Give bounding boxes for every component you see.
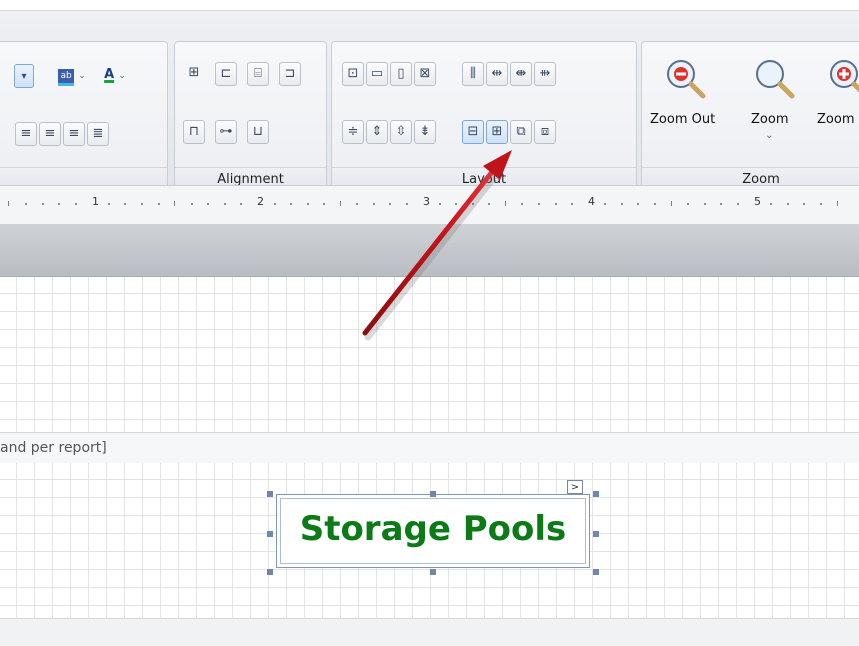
font-dropdown-button[interactable]: ▾ xyxy=(14,64,34,88)
label-text: Storage Pools xyxy=(299,509,567,549)
bottom-bar xyxy=(0,618,859,646)
bring-to-front-button[interactable]: ⧉ xyxy=(510,120,532,144)
make-same-height-button[interactable]: ▭ xyxy=(366,62,388,86)
ruler-mark-2: 2 xyxy=(257,195,264,208)
same-width-icon: ▯ xyxy=(397,66,405,81)
zoom-out-icon[interactable] xyxy=(663,56,707,100)
align-middles-button[interactable]: ⊶ xyxy=(215,120,237,144)
zoom-dropdown-icon[interactable]: ⌄ xyxy=(765,130,773,141)
v-spacing-decrease-icon: ⇳ xyxy=(395,124,407,139)
same-height-icon: ▭ xyxy=(370,66,384,81)
h-spacing-decrease-icon: ⇼ xyxy=(515,66,527,81)
smart-tag-icon[interactable]: > xyxy=(567,480,583,494)
align-to-grid-button[interactable]: ⊞ xyxy=(183,62,205,86)
align-centers-button[interactable]: ⌸ xyxy=(247,62,269,86)
zoom-group: Zoom Out Zoom ⌄ Zoom Zoom xyxy=(641,41,859,193)
align-center-icon: ≡ xyxy=(44,126,56,141)
v-spacing-increase-icon: ⇕ xyxy=(371,124,383,139)
highlight-button[interactable]: ab ⌄ xyxy=(52,64,92,88)
ruler-mark-3: 3 xyxy=(423,195,430,208)
top-strip xyxy=(0,0,859,10)
zoom-out-label[interactable]: Zoom Out xyxy=(650,112,715,127)
size-to-grid-button[interactable]: ⊡ xyxy=(342,62,364,86)
make-same-width-button[interactable]: ▯ xyxy=(390,62,412,86)
vertical-spacing-decrease-button[interactable]: ⇳ xyxy=(390,120,412,144)
horizontal-spacing-remove-button[interactable]: ⇻ xyxy=(534,62,556,86)
bring-to-front-icon: ⧉ xyxy=(516,124,526,139)
center-horizontally-button[interactable]: ⊟ xyxy=(462,120,484,144)
align-tops-icon: ⊓ xyxy=(188,124,200,139)
selection-handle-middle-right[interactable] xyxy=(593,531,599,537)
horizontal-spacing-equal-button[interactable]: ⫼ xyxy=(462,62,484,86)
justify-icon: ≣ xyxy=(92,126,104,141)
send-to-back-button[interactable]: ⧈ xyxy=(534,120,556,144)
size-to-grid-icon: ⊡ xyxy=(347,66,359,81)
align-bottoms-button[interactable]: ⊔ xyxy=(247,120,269,144)
ribbon: ▾ ab ⌄ A ⌄ ≡ ≡ ≡ ≣ ⊞ ⊏ ⌸ ⊐ ⊓ ⊶ ⊔ Alignme… xyxy=(0,10,859,193)
selection-handle-bottom-middle[interactable] xyxy=(430,569,436,575)
selection-handle-bottom-left[interactable] xyxy=(267,569,273,575)
text-highlight-icon: ab xyxy=(58,69,75,86)
same-size-icon: ⊠ xyxy=(419,66,431,81)
h-spacing-equal-icon: ⫼ xyxy=(470,66,476,81)
center-vertically-button[interactable]: ⊞ xyxy=(486,120,508,144)
ruler-mark-1: 1 xyxy=(92,195,99,208)
horizontal-spacing-increase-button[interactable]: ⇹ xyxy=(486,62,508,86)
layout-group: ⊡ ▭ ▯ ⊠ ⫼ ⇹ ⇼ ⇻ ≑ ⇕ ⇳ ⇟ ⊟ ⊞ ⧉ ⧈ Layout xyxy=(331,41,637,193)
zoom-in-label[interactable]: Zoom xyxy=(817,112,854,127)
selection-handle-bottom-right[interactable] xyxy=(593,569,599,575)
h-spacing-remove-icon: ⇻ xyxy=(539,66,551,81)
vertical-spacing-remove-button[interactable]: ⇟ xyxy=(414,120,436,144)
v-spacing-equal-icon: ≑ xyxy=(347,124,359,139)
horizontal-ruler: 1 2 3 4 5 xyxy=(0,185,859,225)
ruler-mark-5: 5 xyxy=(754,195,761,208)
selection-handle-top-right[interactable] xyxy=(593,491,599,497)
zoom-icon[interactable] xyxy=(752,56,796,100)
alignment-group: ⊞ ⊏ ⌸ ⊐ ⊓ ⊶ ⊔ Alignment xyxy=(174,41,327,193)
selection-handle-middle-left[interactable] xyxy=(267,531,273,537)
font-group: ▾ ab ⌄ A ⌄ ≡ ≡ ≡ ≣ xyxy=(0,41,168,193)
font-color-button[interactable]: A ⌄ xyxy=(95,64,135,88)
v-spacing-remove-icon: ⇟ xyxy=(419,124,431,139)
align-tops-button[interactable]: ⊓ xyxy=(183,120,205,144)
selection-handle-top-left[interactable] xyxy=(267,491,273,497)
vertical-spacing-increase-button[interactable]: ⇕ xyxy=(366,120,388,144)
band-header-bar xyxy=(0,224,859,277)
center-vertically-icon: ⊞ xyxy=(491,124,503,139)
selection-handle-top-middle[interactable] xyxy=(430,491,436,497)
align-to-grid-icon: ⊞ xyxy=(188,65,200,80)
font-color-icon: A xyxy=(104,67,115,82)
zoom-in-icon[interactable] xyxy=(826,56,859,100)
align-left-text-button[interactable]: ≡ xyxy=(15,122,37,146)
align-middles-icon: ⊶ xyxy=(219,124,233,139)
make-same-size-button[interactable]: ⊠ xyxy=(414,62,436,86)
align-right-text-button[interactable]: ≡ xyxy=(63,122,85,146)
label-inner-frame: Storage Pools xyxy=(280,498,586,564)
dropdown-icon: ▾ xyxy=(21,71,27,82)
band-caption: and per report] xyxy=(0,440,107,456)
vertical-spacing-equal-button[interactable]: ≑ xyxy=(342,120,364,144)
align-left-icon: ≡ xyxy=(20,126,32,141)
horizontal-spacing-decrease-button[interactable]: ⇼ xyxy=(510,62,532,86)
align-rights-button[interactable]: ⊐ xyxy=(279,62,301,86)
zoom-label[interactable]: Zoom xyxy=(751,112,788,127)
justify-text-button[interactable]: ≣ xyxy=(87,122,109,146)
send-to-back-icon: ⧈ xyxy=(540,124,550,139)
band-caption-bar: and per report] xyxy=(0,432,859,464)
align-rights-icon: ⊐ xyxy=(284,66,296,81)
align-lefts-icon: ⊏ xyxy=(220,66,232,81)
align-right-icon: ≡ xyxy=(68,126,80,141)
align-centers-icon: ⌸ xyxy=(254,66,262,81)
storage-pools-label-control[interactable]: Storage Pools xyxy=(276,494,590,568)
align-lefts-button[interactable]: ⊏ xyxy=(215,62,237,86)
h-spacing-increase-icon: ⇹ xyxy=(491,66,503,81)
design-surface-top[interactable] xyxy=(0,277,859,432)
align-bottoms-icon: ⊔ xyxy=(252,124,264,139)
center-horizontally-icon: ⊟ xyxy=(467,124,479,139)
ruler-mark-4: 4 xyxy=(588,195,595,208)
align-center-text-button[interactable]: ≡ xyxy=(39,122,61,146)
